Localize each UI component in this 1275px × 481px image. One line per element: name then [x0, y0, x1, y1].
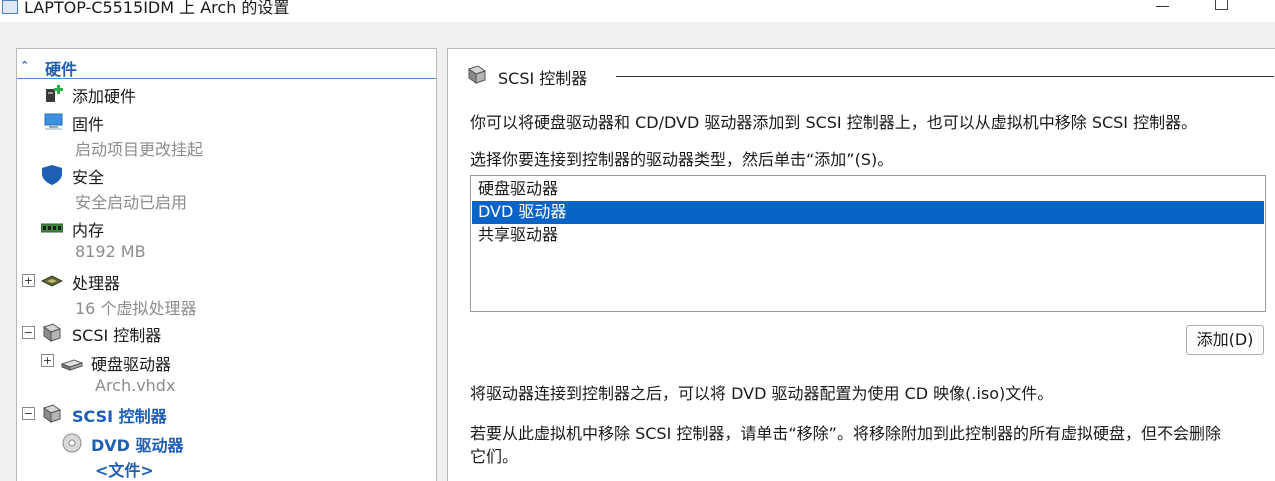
tree-item-label: SCSI 控制器: [72, 407, 167, 426]
tree-item-label: 硬盘驱动器: [91, 355, 172, 374]
drive-type-listbox[interactable]: 硬盘驱动器 DVD 驱动器 共享驱动器: [470, 175, 1266, 312]
details-pane: SCSI 控制器 你可以将硬盘驱动器和 CD/DVD 驱动器添加到 SCSI 控…: [447, 48, 1275, 481]
group-title: SCSI 控制器: [498, 69, 588, 88]
add-button[interactable]: 添加(D): [1186, 325, 1264, 355]
tree-item-label: 处理器: [72, 274, 121, 293]
processor-icon: [41, 275, 63, 287]
minimize-button[interactable]: [1156, 6, 1169, 7]
tree-item-memory[interactable]: 内存: [17, 216, 436, 240]
remove-note-line-1: 若要从此虚拟机中移除 SCSI 控制器，请单击“移除”。将移除附加到此控制器的所…: [470, 424, 1221, 443]
tree-item-scsi-controller-1[interactable]: SCSI 控制器: [17, 321, 436, 345]
scsi-controller-icon: [467, 65, 487, 84]
window-title: LAPTOP-C5515IDM 上 Arch 的设置: [24, 0, 290, 17]
tree-item-label: 安全: [72, 168, 105, 187]
intro-text: 你可以将硬盘驱动器和 CD/DVD 驱动器添加到 SCSI 控制器上，也可以从虚…: [470, 113, 1198, 132]
post-add-note: 将驱动器连接到控制器之后，可以将 DVD 驱动器配置为使用 CD 映像(.iso…: [470, 384, 1054, 403]
tree-item-hard-drive[interactable]: 硬盘驱动器: [17, 350, 436, 374]
security-status: 安全启动已启用: [75, 193, 188, 212]
add-hardware-icon: [46, 85, 63, 102]
hardware-tree: ⌃ 硬件 添加硬件 固件 启动项目更改挂起 安全 安全启动已启用 内存 8192…: [16, 48, 437, 481]
scsi-controller-icon: [42, 323, 62, 342]
scsi-controller-icon: [42, 404, 62, 423]
list-item-shared-drive[interactable]: 共享驱动器: [472, 224, 1264, 247]
tree-item-label: DVD 驱动器: [91, 436, 184, 455]
memory-chip-icon: [41, 223, 63, 233]
tree-item-firmware[interactable]: 固件: [17, 110, 436, 134]
list-item-hard-drive[interactable]: 硬盘驱动器: [472, 178, 1264, 201]
group-divider: [616, 76, 1274, 77]
tree-item-label: 添加硬件: [72, 87, 137, 106]
firmware-status: 启动项目更改挂起: [75, 140, 204, 159]
tree-item-scsi-controller-2[interactable]: SCSI 控制器: [17, 402, 436, 426]
dvd-disc-icon: [62, 433, 82, 453]
tree-item-dvd-drive[interactable]: DVD 驱动器: [17, 431, 436, 455]
tree-item-add-hardware[interactable]: 添加硬件: [17, 82, 436, 106]
hard-drive-icon: [61, 359, 83, 371]
maximize-button[interactable]: [1215, 0, 1228, 10]
hardware-section-title: 硬件: [45, 60, 78, 79]
tree-item-label: SCSI 控制器: [72, 326, 162, 345]
memory-size: 8192 MB: [75, 242, 146, 261]
scsi-group-header: SCSI 控制器: [466, 63, 1274, 88]
instruction-text: 选择你要连接到控制器的驱动器类型，然后单击“添加”(S)。: [470, 150, 894, 169]
title-bar: LAPTOP-C5515IDM 上 Arch 的设置: [0, 0, 1275, 22]
list-item-dvd-drive[interactable]: DVD 驱动器: [472, 201, 1264, 224]
collapse-chevron-icon[interactable]: ⌃: [20, 59, 29, 72]
tree-item-security[interactable]: 安全: [17, 163, 436, 187]
tree-item-label: 内存: [72, 221, 105, 240]
dvd-drive-media: <文件>: [95, 461, 154, 480]
remove-note-line-2: 它们。: [470, 447, 519, 466]
settings-window-icon: [2, 0, 18, 14]
firmware-monitor-icon: [44, 113, 63, 130]
processor-count: 16 个虚拟处理器: [75, 299, 197, 318]
tree-item-processor[interactable]: 处理器: [17, 269, 436, 293]
tree-item-label: 固件: [72, 115, 105, 134]
shield-icon: [42, 165, 62, 185]
hardware-section-header[interactable]: ⌃ 硬件: [17, 53, 436, 79]
hard-drive-file: Arch.vhdx: [95, 376, 176, 395]
